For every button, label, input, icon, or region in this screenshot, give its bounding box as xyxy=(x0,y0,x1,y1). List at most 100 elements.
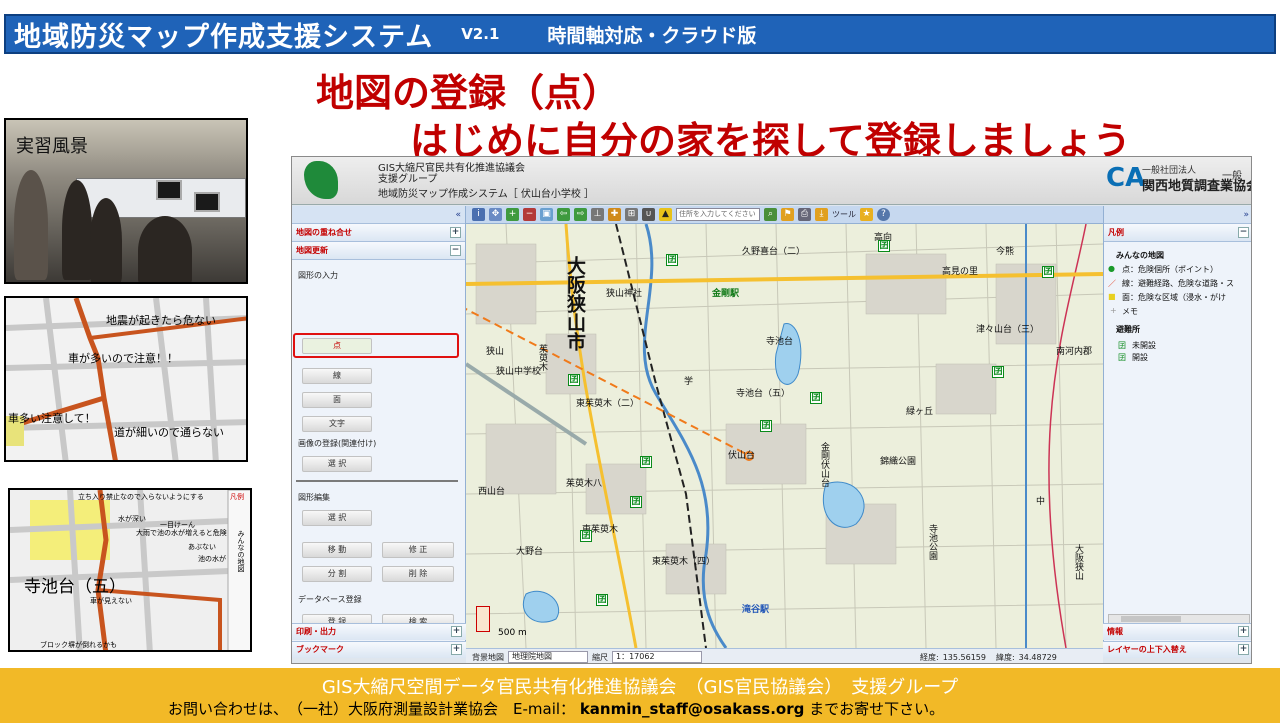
legend-item: 線：避難経路、危険な道路・ス xyxy=(1122,279,1234,288)
section-bookmark[interactable]: ブックマーク + xyxy=(292,641,466,658)
contact-text: お問い合わせは、 （一社）大阪府測量設計業協会 E-mail： xyxy=(168,700,576,718)
expand-icon[interactable]: + xyxy=(450,227,461,238)
shape-edit-label: 図形編集 xyxy=(298,493,330,502)
split-button[interactable]: 分 割 xyxy=(302,566,372,582)
coordinate-icon[interactable]: ⊞ xyxy=(625,208,638,221)
gsi-stamp-icon xyxy=(476,606,490,632)
longitude-value: 135.56159 xyxy=(942,652,986,662)
legend-item: 開設 xyxy=(1132,353,1148,362)
section-map-overlay[interactable]: 地図の重ね合せ + xyxy=(292,224,465,242)
legend-label: みんなの地図 xyxy=(237,530,245,572)
section-print-output[interactable]: 印刷・出力 + xyxy=(292,623,466,640)
shelter-icon[interactable]: 囝 xyxy=(580,530,592,542)
system-title: 地域防災マップ作成システム［ 伏山台小学校 ］ xyxy=(378,189,595,200)
expand-icon[interactable]: + xyxy=(1238,626,1249,637)
expand-icon[interactable]: + xyxy=(1238,644,1249,655)
export-icon[interactable]: ⤓ xyxy=(815,208,828,221)
move-button[interactable]: 移 動 xyxy=(302,542,372,558)
legend-title: 凡例 xyxy=(1108,228,1124,237)
pan-icon[interactable]: ✥ xyxy=(489,208,502,221)
shelter-icon[interactable]: 囝 xyxy=(640,456,652,468)
place-label: 茱萸木八 xyxy=(566,479,603,489)
community-map-thumbnail: 立ち入り禁止なので入らないようにする 寺池台（五） 凡例 みんなの地図 車が見え… xyxy=(8,488,252,652)
section-layer-order[interactable]: レイヤーの上下入替え + xyxy=(1103,641,1251,658)
warning-icon[interactable]: ▲ xyxy=(659,208,672,221)
place-label: 高見の里 xyxy=(942,267,979,277)
utm-icon[interactable]: U xyxy=(642,208,655,221)
info-icon[interactable]: i xyxy=(472,208,485,221)
collapse-left-button[interactable]: « xyxy=(292,206,465,224)
locate-icon[interactable]: ✚ xyxy=(608,208,621,221)
osaka-logo-icon xyxy=(304,161,338,199)
shelter-icon[interactable]: 囝 xyxy=(1042,266,1054,278)
legend-label: 凡例 xyxy=(230,493,244,501)
note-label: 池の水が xyxy=(198,555,226,563)
modify-button[interactable]: 修 正 xyxy=(382,542,454,558)
shelter-icon[interactable]: 囝 xyxy=(596,594,608,606)
point-legend-icon: ● xyxy=(1108,264,1115,273)
place-label: 西山台 xyxy=(478,487,506,497)
select-shape-button[interactable]: 選 択 xyxy=(302,510,372,526)
person xyxy=(62,180,92,280)
place-label: 東茱萸木（二） xyxy=(576,399,640,409)
place-label: 学 xyxy=(684,377,694,387)
print-icon[interactable]: ⎙ xyxy=(798,208,811,221)
contact-email[interactable]: kanmin_staff@osakass.org xyxy=(580,700,805,718)
place-label: 寺池台（五） xyxy=(736,389,791,399)
help-icon[interactable]: ? xyxy=(877,208,890,221)
address-search-input[interactable]: 住所を入力してください xyxy=(676,208,760,221)
full-extent-icon[interactable]: ▣ xyxy=(540,208,553,221)
polygon-button[interactable]: 面 xyxy=(302,392,372,408)
line-button[interactable]: 線 xyxy=(302,368,372,384)
shelter-icon[interactable]: 囝 xyxy=(878,240,890,252)
edition-label: 時間軸対応・クラウド版 xyxy=(547,24,757,47)
select-image-button[interactable]: 選 択 xyxy=(302,456,372,472)
forward-icon[interactable]: ⇨ xyxy=(574,208,587,221)
shelter-icon[interactable]: 囝 xyxy=(568,374,580,386)
delete-button[interactable]: 削 除 xyxy=(382,566,454,582)
place-label: 伏山台 xyxy=(728,451,756,461)
monitor xyxy=(194,192,220,212)
shelter-icon[interactable]: 囝 xyxy=(760,420,772,432)
shelter-icon[interactable]: 囝 xyxy=(666,254,678,266)
shelter-icon[interactable]: 囝 xyxy=(992,366,1004,378)
expand-icon[interactable]: + xyxy=(451,644,462,655)
station-label: 金剛駅 xyxy=(712,289,740,299)
scale-select[interactable]: 1：17062 xyxy=(612,651,702,663)
text-button[interactable]: 文字 xyxy=(302,416,372,432)
line-legend-icon: ／ xyxy=(1108,279,1116,288)
person xyxy=(138,216,192,282)
collapse-icon[interactable]: − xyxy=(450,245,461,256)
star-icon[interactable]: ★ xyxy=(860,208,873,221)
shelter-closed-icon: 囝 xyxy=(1118,341,1126,350)
zoom-out-icon[interactable]: − xyxy=(523,208,536,221)
collapse-right-button[interactable]: » xyxy=(1104,206,1251,224)
shelter-icon[interactable]: 囝 xyxy=(630,496,642,508)
shelter-icon[interactable]: 囝 xyxy=(810,392,822,404)
section-map-update[interactable]: 地図更新 − xyxy=(292,242,465,260)
scale-bar: 500 m xyxy=(498,628,527,638)
latitude-label: 緯度: xyxy=(995,652,1015,662)
place-label: 久野喜台（二） xyxy=(742,247,806,257)
legend-item: 未開設 xyxy=(1132,341,1156,350)
tools-menu[interactable]: ツール xyxy=(832,209,856,220)
map-canvas[interactable]: 大阪狭山市 狭山神社 金剛駅 寺池台（五） 東茱萸木（二） 伏山台 金剛伏山台 … xyxy=(466,224,1103,648)
section-label: 印刷・出力 xyxy=(296,627,336,636)
point-button[interactable]: 点 xyxy=(302,338,372,354)
section-info[interactable]: 情報 + xyxy=(1103,623,1251,640)
scale-label: 縮尺 xyxy=(592,652,608,662)
annotated-map-thumbnail: 地震が起きたら危ない 車が多いので注意！！ 車多い注意して！ 道が細いので通らな… xyxy=(4,296,248,462)
note-label: 地震が起きたら危ない xyxy=(106,314,216,327)
zoom-in-icon[interactable]: + xyxy=(506,208,519,221)
expand-icon[interactable]: + xyxy=(451,626,462,637)
collapse-icon[interactable]: − xyxy=(1238,227,1249,238)
station-label: 滝谷駅 xyxy=(742,605,770,615)
back-icon[interactable]: ⇦ xyxy=(557,208,570,221)
scrollbar-thumb[interactable] xyxy=(1121,616,1181,622)
bookmark-icon[interactable]: ⚑ xyxy=(781,208,794,221)
legend-header[interactable]: 凡例 − xyxy=(1104,224,1251,242)
measure-icon[interactable]: ⊥ xyxy=(591,208,604,221)
search-map-icon[interactable]: ⌕ xyxy=(764,208,777,221)
shelter-legend-title: 避難所 xyxy=(1116,325,1140,334)
background-map-select[interactable]: 地理院地図 xyxy=(508,651,588,663)
